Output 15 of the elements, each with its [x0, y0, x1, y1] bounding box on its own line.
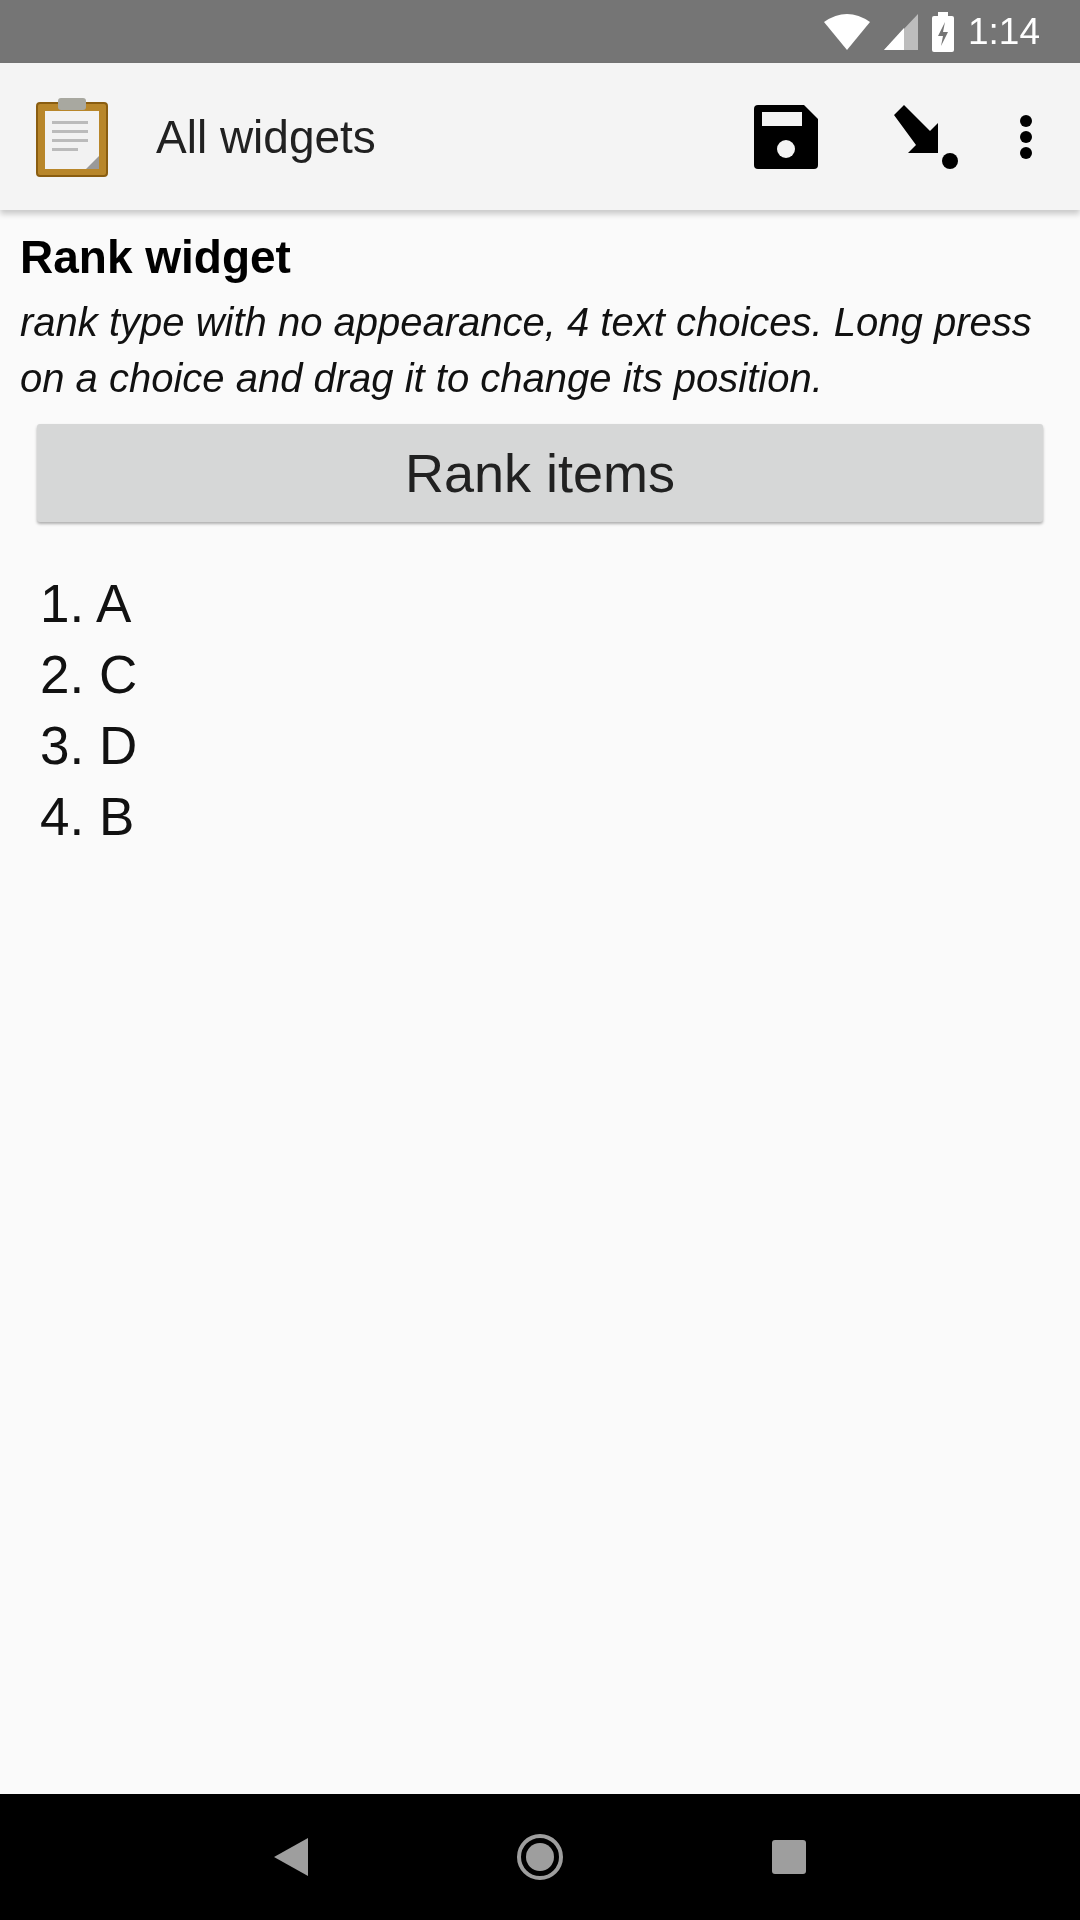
- home-icon[interactable]: [516, 1833, 564, 1881]
- ranked-item: 1. A: [40, 573, 133, 635]
- ranked-item: 2. C: [40, 644, 139, 706]
- signal-icon: [884, 13, 918, 50]
- clock-time: 1:14: [968, 10, 1040, 53]
- app-title: All widgets: [156, 109, 377, 164]
- question-label: Rank widget: [20, 230, 292, 284]
- wifi-icon: [824, 13, 870, 50]
- back-icon[interactable]: [274, 1838, 308, 1876]
- rank-items-button[interactable]: Rank items: [37, 424, 1043, 522]
- clipboard-icon: [36, 96, 108, 177]
- question-hint: rank type with no appearance, 4 text choices. Long press on a choice and drag it to change its position.: [20, 299, 1033, 402]
- ranked-item: 4. B: [40, 786, 136, 848]
- ranked-item: 3. D: [40, 715, 139, 777]
- battery-icon: [932, 11, 954, 52]
